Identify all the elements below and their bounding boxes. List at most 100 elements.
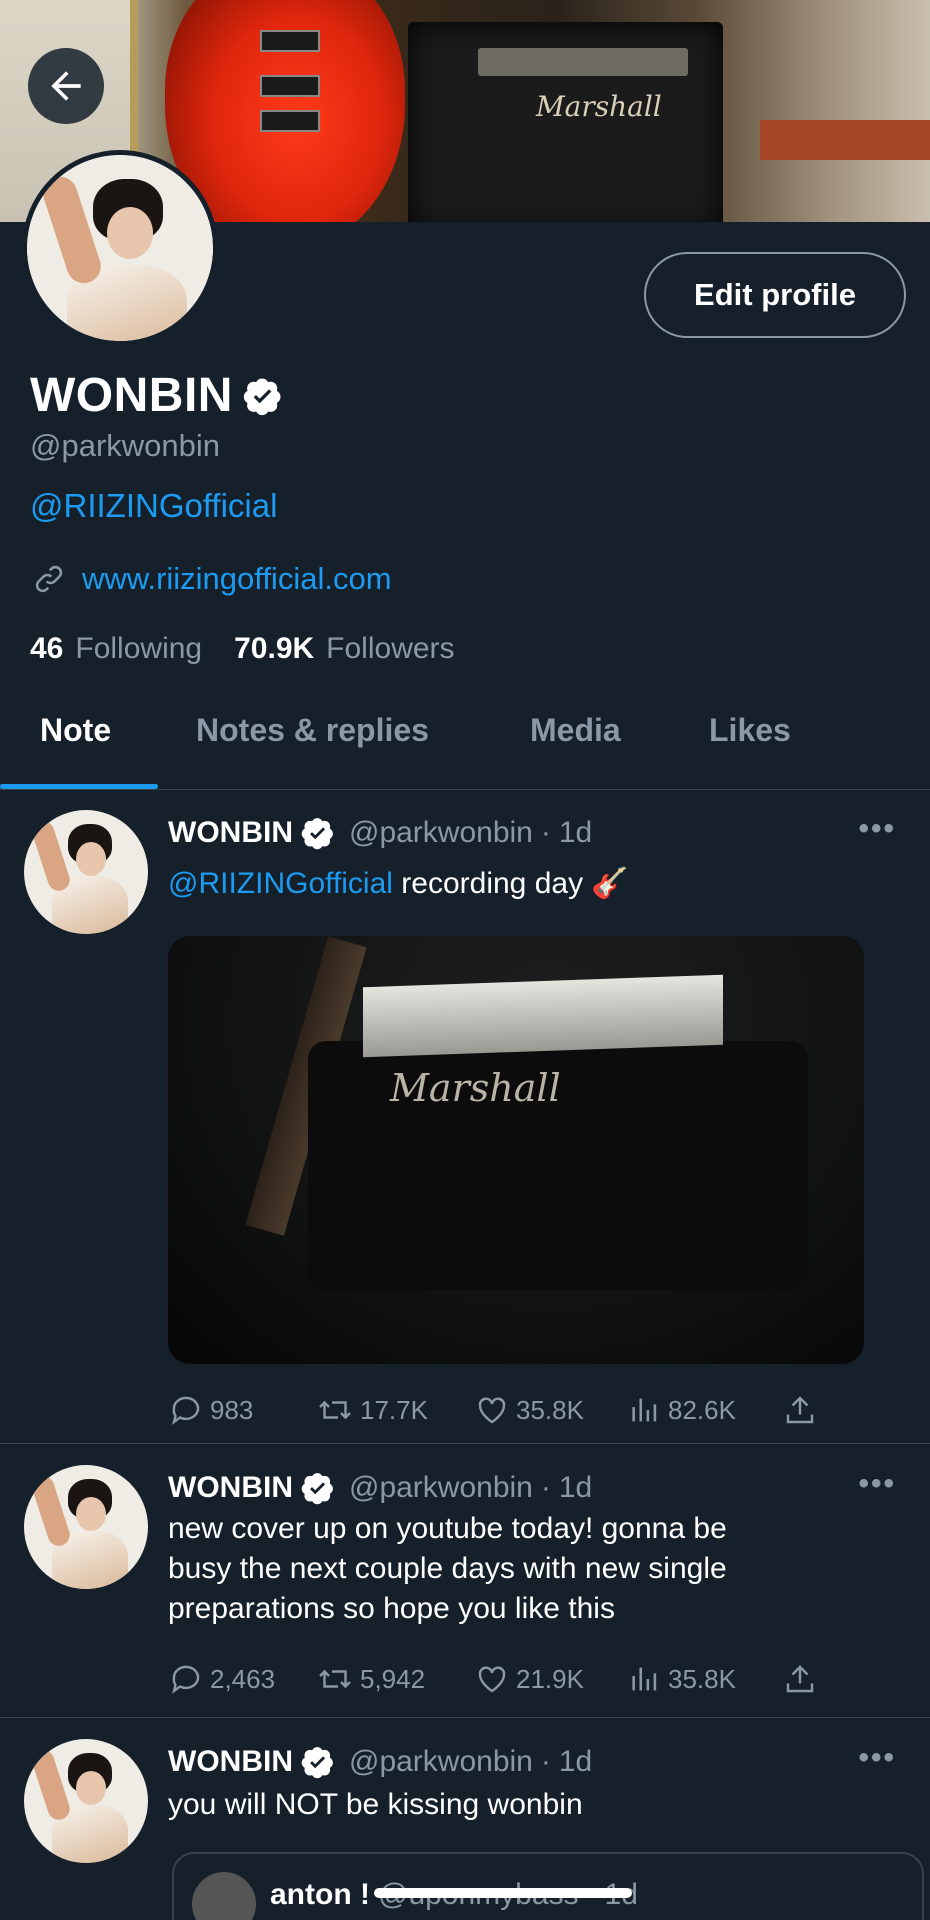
following-label: Following <box>75 632 203 665</box>
repost-button[interactable]: 17.7K <box>316 1392 474 1428</box>
post-header: WONBIN @parkwonbin · 1d <box>168 1745 592 1779</box>
avatar-image <box>27 155 213 341</box>
post-author-name[interactable]: WONBIN <box>168 816 293 850</box>
views-button[interactable]: 35.8K <box>628 1661 782 1697</box>
reply-button[interactable]: 2,463 <box>168 1661 316 1697</box>
verified-badge-icon <box>301 1747 333 1779</box>
banner-table <box>760 120 930 160</box>
post-text: new cover up on youtube today! gonna be … <box>168 1509 868 1629</box>
post-header: WONBIN @parkwonbin · 1d <box>168 816 592 850</box>
post[interactable]: WONBIN @parkwonbin · 1d ••• new cover up… <box>0 1445 930 1718</box>
post-body: recording day <box>401 867 584 900</box>
post-author-name[interactable]: WONBIN <box>168 1745 293 1779</box>
tab-likes[interactable]: Likes <box>709 712 791 749</box>
post-time: 1d <box>558 1745 593 1778</box>
like-count: 21.9K <box>516 1663 584 1694</box>
followers-label: Followers <box>326 632 455 665</box>
more-icon[interactable]: ••• <box>858 812 896 846</box>
post-actions: 983 17.7K 35.8K 82.6K <box>168 1392 818 1428</box>
reply-icon <box>172 1396 200 1425</box>
reply-count: 2,463 <box>210 1663 276 1694</box>
like-button[interactable]: 21.9K <box>474 1661 628 1697</box>
banner-amp-panel <box>478 48 688 76</box>
post-avatar[interactable] <box>24 1465 148 1589</box>
views-count: 82.6K <box>668 1394 736 1425</box>
post-avatar[interactable] <box>24 1739 148 1863</box>
post-header: WONBIN @parkwonbin · 1d <box>168 1471 592 1505</box>
post-text-line: busy the next couple days with new singl… <box>168 1552 727 1585</box>
back-button[interactable] <box>28 48 104 124</box>
post-text: @RIIZINGofficial recording day 🎸 <box>168 864 868 904</box>
followers-stat[interactable]: 70.9K Followers <box>234 632 454 666</box>
post-actions: 2,463 5,942 21.9K 35.8K <box>168 1661 818 1697</box>
profile-tabs: Note Notes & replies Media Likes <box>0 700 930 790</box>
following-stat[interactable]: 46 Following <box>30 632 202 666</box>
post-text: you will NOT be kissing wonbin <box>168 1788 583 1821</box>
following-count: 46 <box>30 632 64 665</box>
post-time: 1d <box>558 1471 593 1504</box>
post-separator: · <box>540 1471 551 1504</box>
post-author-handle: @parkwonbin <box>348 816 533 849</box>
quoted-post-avatar <box>192 1872 256 1920</box>
views-icon <box>632 1398 657 1422</box>
followers-count: 70.9K <box>234 632 315 665</box>
post-time: 1d <box>558 816 593 849</box>
reply-button[interactable]: 983 <box>168 1392 316 1428</box>
profile-handle: @parkwonbin <box>30 428 221 463</box>
banner-amp: Marshall <box>408 22 723 222</box>
media-amp-logo: Marshall <box>390 1066 561 1110</box>
guitar-emoji: 🎸 <box>591 867 629 900</box>
quoted-post[interactable]: anton ! @uponmybass · 1d <box>172 1852 924 1920</box>
share-button[interactable] <box>782 1661 818 1697</box>
views-count: 35.8K <box>668 1663 736 1694</box>
views-icon <box>632 1667 657 1691</box>
repost-count: 17.7K <box>360 1394 428 1425</box>
edit-profile-button[interactable]: Edit profile <box>644 252 906 338</box>
profile-name: WONBIN <box>30 369 233 422</box>
post-separator: · <box>540 1745 551 1778</box>
banner-guitar-pickup <box>260 75 320 97</box>
like-count: 35.8K <box>516 1394 584 1425</box>
banner-guitar-pickup <box>260 110 320 132</box>
post-author-name[interactable]: WONBIN <box>168 1471 293 1505</box>
post-avatar[interactable] <box>24 810 148 934</box>
profile-stats: 46 Following 70.9K Followers <box>30 632 455 666</box>
repost-count: 5,942 <box>360 1663 426 1694</box>
post-text-line: preparations so hope you like this <box>168 1592 615 1625</box>
banner-guitar-pickup <box>260 30 320 52</box>
share-icon <box>786 1396 814 1424</box>
profile-website-link[interactable]: www.riizingofficial.com <box>82 561 392 597</box>
verified-badge-icon <box>301 818 333 850</box>
share-button[interactable] <box>782 1392 818 1428</box>
quoted-post-author-name: anton ! <box>270 1878 370 1911</box>
post-media-image[interactable]: Marshall <box>168 936 864 1364</box>
media-amp-panel <box>363 974 723 1058</box>
verified-badge-icon <box>243 376 283 416</box>
views-button[interactable]: 82.6K <box>628 1392 782 1428</box>
banner-amp-logo: Marshall <box>536 90 662 123</box>
home-indicator[interactable] <box>374 1888 632 1898</box>
back-arrow-icon <box>51 71 81 101</box>
share-icon <box>786 1665 814 1693</box>
repost-icon <box>319 1669 351 1689</box>
profile-avatar[interactable] <box>22 150 218 346</box>
like-button[interactable]: 35.8K <box>474 1392 628 1428</box>
post-mention-link[interactable]: @RIIZINGofficial <box>168 867 393 900</box>
post-author-handle: @parkwonbin <box>348 1471 533 1504</box>
more-icon[interactable]: ••• <box>858 1741 896 1775</box>
verified-badge-icon <box>301 1473 333 1505</box>
tab-notes-replies[interactable]: Notes & replies <box>196 712 429 749</box>
like-icon <box>478 1666 506 1693</box>
post-author-handle: @parkwonbin <box>348 1745 533 1778</box>
profile-website-row[interactable]: www.riizingofficial.com <box>30 560 392 598</box>
repost-icon <box>319 1400 351 1420</box>
tab-media[interactable]: Media <box>530 712 621 749</box>
link-icon <box>35 565 63 593</box>
more-icon[interactable]: ••• <box>858 1467 896 1501</box>
tab-note[interactable]: Note <box>40 712 111 749</box>
bio-mention-link[interactable]: @RIIZINGofficial <box>30 487 277 525</box>
reply-icon <box>172 1665 200 1694</box>
repost-button[interactable]: 5,942 <box>316 1661 474 1697</box>
post-separator: · <box>540 816 551 849</box>
like-icon <box>478 1397 506 1424</box>
